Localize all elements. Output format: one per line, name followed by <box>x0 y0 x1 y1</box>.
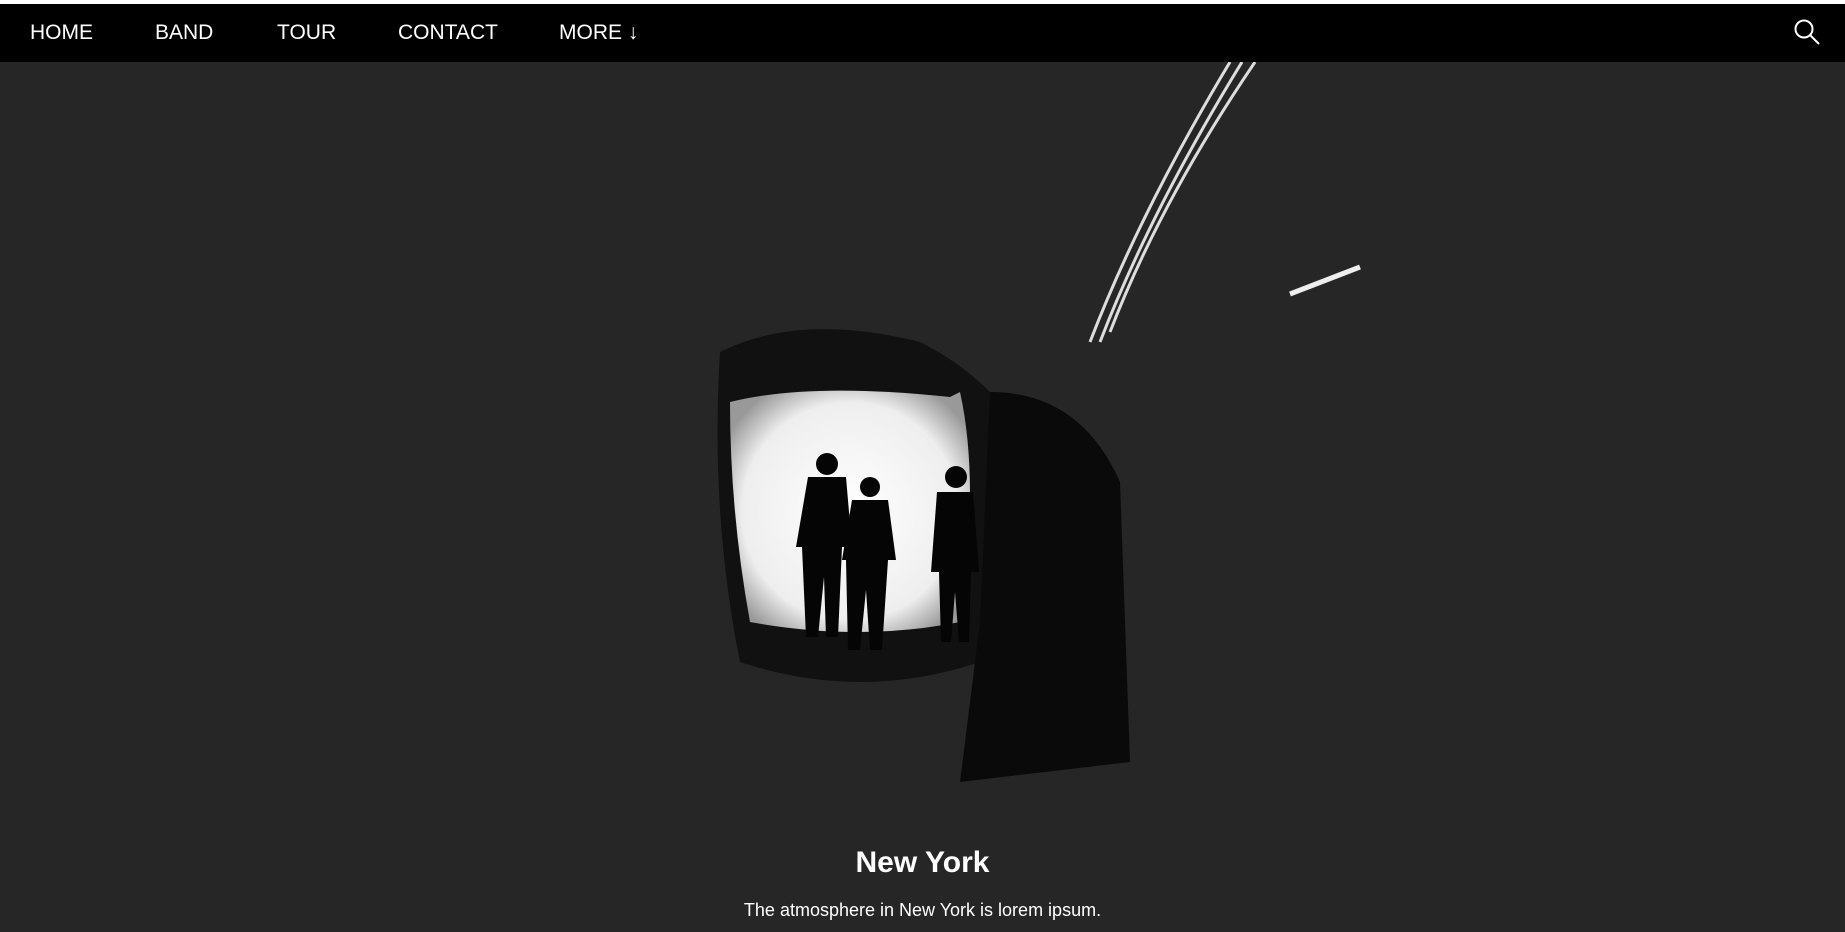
top-navbar: HOME BAND TOUR CONTACT MORE ↓ <box>0 4 1845 62</box>
city-title: New York <box>855 846 990 879</box>
city-description: The atmosphere in New York is lorem ipsu… <box>743 900 1102 920</box>
nav-tour[interactable]: TOUR <box>277 4 336 62</box>
band-tunnel-photo <box>717 62 1361 782</box>
nav-more-dropdown[interactable]: MORE ↓ <box>559 4 638 62</box>
nav-home[interactable]: HOME <box>30 4 93 62</box>
nav-band[interactable]: BAND <box>155 4 213 62</box>
nav-contact[interactable]: CONTACT <box>398 4 498 62</box>
search-icon[interactable] <box>1793 18 1821 46</box>
hero-section: New York The atmosphere in New York is l… <box>0 62 1845 932</box>
